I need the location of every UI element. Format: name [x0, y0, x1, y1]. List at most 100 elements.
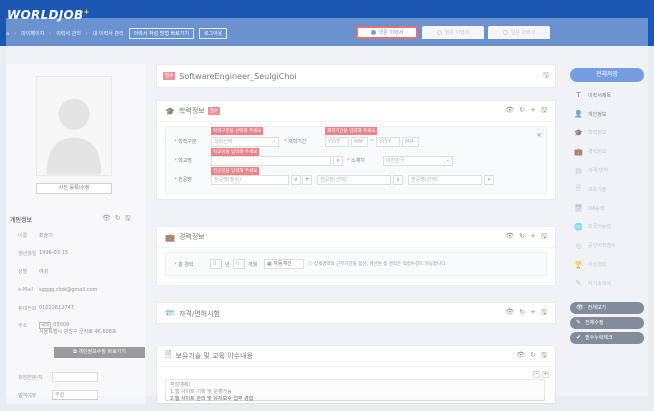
top-header: WORLDJOB+ ⌂ › 마이페이지 › 이력서 관리 › 내 이력서 관리 … [0, 0, 654, 46]
nav-cover-letter[interactable]: ✎ 자기소개서 [566, 274, 648, 293]
save-icon[interactable]: 🖫 [541, 106, 547, 117]
worldjob-logo[interactable]: WORLDJOB+ [7, 8, 90, 22]
major-1-input[interactable]: 전공명(필수) [211, 175, 289, 185]
major-3-input[interactable]: 전공명(선택) [408, 175, 482, 185]
collapse-icon[interactable]: − [533, 371, 540, 378]
nav-personal-info[interactable]: 👤 개인정보 [566, 105, 648, 124]
edit-personal-info-button[interactable]: ⧉ 개인정보수정 바로가기 [54, 347, 145, 358]
nav-skills[interactable]: 🗎 보유기술 [566, 180, 648, 199]
check-required-button[interactable]: ✔ 필수누락체크 [570, 331, 644, 344]
save-icon[interactable]: 🖫 [125, 214, 131, 225]
add-icon[interactable]: + [530, 232, 536, 243]
briefcase-icon: 💼 [574, 147, 583, 156]
home-icon[interactable]: ⌂ [6, 31, 9, 37]
start-month-input[interactable]: MM [351, 137, 368, 147]
nav-languages[interactable]: 🌐 외국어능력 [566, 218, 648, 237]
breadcrumb-resume-manage[interactable]: 이력서 관리 [56, 30, 81, 37]
address-type-badge: 국내 [39, 322, 52, 329]
label-school: * 학교명 [174, 158, 192, 164]
nav-resume-title[interactable]: T 이력서제목 [566, 86, 648, 105]
expand-icon[interactable]: + [542, 371, 549, 378]
skills-textarea[interactable]: 작성예제) 1.웹 사이트 기획 및 운영가능 2.웹 사이트 관리 및 유지보… [165, 379, 545, 402]
school-name-input[interactable] [211, 156, 331, 166]
info-phone: 휴대전화 01022612747 [18, 305, 74, 312]
label-period: * 재학기간 [284, 139, 307, 145]
document-icon: 🗎 [165, 350, 172, 359]
education-card: 🎓 학력정보 필수 👁 ↻ + 🖫 × 학력구분을 선택해 주세요 재학기간을 … [156, 100, 556, 200]
add-icon[interactable]: + [530, 308, 536, 319]
search-icon[interactable]: ⌕ [484, 175, 494, 185]
save-icon[interactable]: 🖫 [541, 308, 547, 319]
military-select[interactable]: 무관 [52, 390, 98, 400]
personal-info-tools: 👁 ↻ 🖫 [102, 214, 131, 225]
refresh-icon[interactable]: ↻ [530, 351, 536, 362]
eye-icon[interactable]: 👁 [102, 214, 111, 225]
close-icon[interactable]: × [536, 131, 542, 139]
search-icon[interactable]: ⌕ [291, 175, 301, 185]
resume-form: 필수 SoftwareEngineer_SeulgiChoi 🖫 🎓 학력정보 … [156, 64, 556, 404]
tab-english-resume[interactable]: 영문 이력서 [422, 26, 484, 39]
eye-icon[interactable]: 👁 [505, 232, 514, 243]
years-unit: 년 [225, 262, 230, 268]
trophy-icon: 🏆 [574, 260, 583, 269]
resume-title[interactable]: SoftwareEngineer_SeulgiChoi [179, 72, 296, 81]
nav-career[interactable]: 💼 경력정보 [566, 142, 648, 161]
end-year-input[interactable]: YYYY [376, 137, 400, 147]
career-years-input[interactable]: 0 [210, 259, 222, 269]
avatar-silhouette-icon [37, 77, 111, 175]
career-card: 💼 경력정보 👁 ↻ + 🖫 * 총 경력 0 년 0 개월 ▦ 자동계산 ⓘ … [156, 226, 556, 286]
tab-korean-resume[interactable]: 국문 이력서 [356, 26, 418, 39]
career-note: ⓘ 상세경력의 근무기간을 합산, 계산된 총 경력은 직접수정도 가능합니다. [308, 262, 447, 267]
breadcrumb-mypage[interactable]: 마이페이지 [21, 30, 44, 37]
nav-license[interactable]: ▤ 자격/면허 [566, 161, 648, 180]
logout-button[interactable]: 로그아웃 [198, 28, 228, 39]
resume-guide-button[interactable]: 이력서 작성 방법 바로가기 [128, 28, 194, 39]
edit-all-button[interactable]: ✎ 전체수정 [570, 316, 644, 329]
radio-dot-icon [436, 30, 442, 35]
start-year-input[interactable]: YYYY [325, 137, 349, 147]
label-type: * 학력구분 [174, 139, 197, 145]
refresh-icon[interactable]: ↻ [519, 232, 525, 243]
career-months-input[interactable]: 0 [233, 259, 245, 269]
globe-icon: 🌐 [574, 222, 583, 231]
refresh-icon[interactable]: ↻ [519, 106, 525, 117]
education-type-select[interactable]: 학력선택 [211, 137, 279, 147]
view-all-button[interactable]: 👁 전체보기 [570, 301, 644, 314]
search-icon[interactable]: ⌕ [333, 156, 343, 166]
eye-icon[interactable]: 👁 [505, 106, 514, 117]
document-icon: 🗎 [575, 183, 582, 192]
eye-icon[interactable]: 👁 [516, 351, 525, 362]
save-all-button[interactable]: 전체저장 [570, 68, 644, 82]
refresh-icon[interactable]: ↻ [519, 308, 525, 319]
save-icon[interactable]: 🖫 [541, 232, 547, 243]
add-icon[interactable]: + [530, 106, 536, 117]
period-separator: ~ [370, 138, 375, 144]
search-icon[interactable]: ⌕ [393, 175, 403, 185]
title-t-icon: T [576, 91, 581, 100]
salary-row: 희망연봉/처 [18, 372, 98, 382]
nav-oa[interactable]: 🖥 OA능력 [566, 199, 648, 218]
nav-language-scores[interactable]: ◎ 공인어학점수 [566, 236, 648, 255]
eye-icon: 👁 [576, 303, 584, 311]
add-icon[interactable]: + [302, 175, 312, 185]
photo-upload-button[interactable]: 사진 등록/수정 [36, 183, 112, 194]
major-2-input[interactable]: 전공명(선택) [317, 175, 391, 185]
radio-dot-icon [370, 30, 376, 35]
refresh-icon[interactable]: ↻ [115, 214, 121, 225]
tab-japanese-resume[interactable]: 일문 이력서 [488, 26, 550, 39]
eye-icon[interactable]: 👁 [505, 308, 514, 319]
nav-education[interactable]: 🎓 학력정보 [566, 124, 648, 143]
save-icon[interactable]: 🖫 [543, 71, 549, 82]
info-name: 이름 최슬기 [18, 233, 53, 239]
tooltip-school: 학교명을 입력해 주세요 [211, 148, 260, 156]
save-icon[interactable]: 🖫 [541, 351, 547, 362]
location-select[interactable]: 대한민국 [383, 156, 453, 166]
breadcrumb: ⌂ › 마이페이지 › 이력서 관리 › 내 이력서 관리 이력서 작성 방법 … [6, 28, 228, 39]
breadcrumb-my-resume[interactable]: 내 이력서 관리 [93, 30, 124, 37]
badge-icon: ◎ [575, 241, 582, 250]
skills-card: 🗎 보유기술 및 교육 이수내용 👁 ↻ 🖫 − + 작성예제) 1.웹 사이트… [156, 345, 556, 404]
auto-calc-button[interactable]: ▦ 자동계산 [264, 259, 304, 269]
nav-awards[interactable]: 🏆 수상경력 [566, 255, 648, 274]
salary-input[interactable] [52, 372, 98, 382]
end-month-input[interactable]: MM [402, 137, 419, 147]
